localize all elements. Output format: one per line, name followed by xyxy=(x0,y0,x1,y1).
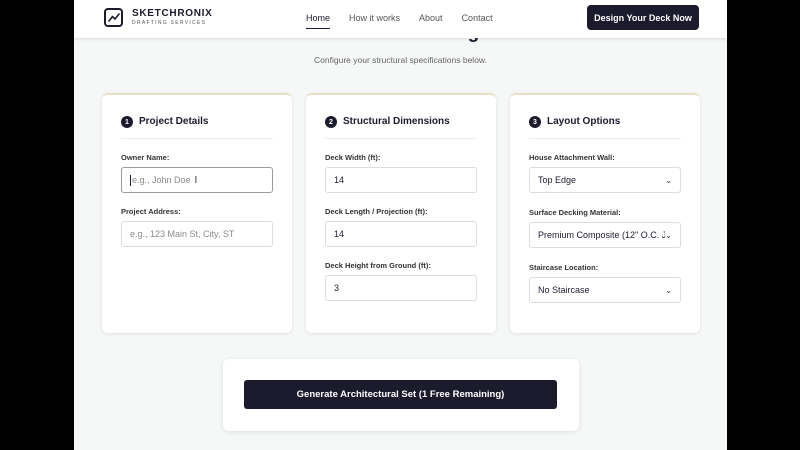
top-navbar: SKETCHRONIX DRAFTING SERVICES Home How i… xyxy=(74,0,727,38)
generate-architectural-set-button[interactable]: Generate Architectural Set (1 Free Remai… xyxy=(244,380,557,409)
card-header: 3 Layout Options xyxy=(529,115,681,139)
project-address-input[interactable]: e.g., 123 Main St, City, ST xyxy=(121,221,273,247)
design-deck-button[interactable]: Design Your Deck Now xyxy=(587,5,699,30)
attachment-wall-label: House Attachment Wall: xyxy=(529,153,615,162)
project-address-label: Project Address: xyxy=(121,207,181,216)
deck-length-label: Deck Length / Projection (ft): xyxy=(325,207,428,216)
step-number: 1 xyxy=(121,116,133,128)
card-title: Layout Options xyxy=(547,116,621,127)
generate-panel: Generate Architectural Set (1 Free Remai… xyxy=(223,359,579,431)
project-details-card: 1 Project Details Owner Name: e.g., John… xyxy=(102,93,292,333)
step-number: 3 xyxy=(529,116,541,128)
brand-name: SKETCHRONIX xyxy=(132,8,213,19)
card-title: Project Details xyxy=(139,116,209,127)
decking-material-select[interactable]: Premium Composite (12" O.C. Jois ⌄ xyxy=(529,222,681,248)
nav-link-how-it-works[interactable]: How it works xyxy=(349,13,400,23)
nav-link-contact[interactable]: Contact xyxy=(462,13,493,23)
text-caret xyxy=(130,174,131,186)
page-subtitle: Configure your structural specifications… xyxy=(314,55,487,65)
owner-name-input[interactable]: e.g., John Doe I xyxy=(121,167,273,193)
attachment-wall-value: Top Edge xyxy=(538,175,577,185)
chevron-down-icon: ⌄ xyxy=(665,175,672,185)
chart-line-icon xyxy=(104,8,123,27)
nav-links: Home How it works About Contact xyxy=(306,13,512,29)
attachment-wall-select[interactable]: Top Edge ⌄ xyxy=(529,167,681,193)
deck-width-label: Deck Width (ft): xyxy=(325,153,381,162)
owner-name-placeholder: e.g., John Doe xyxy=(132,175,191,185)
chevron-down-icon: ⌄ xyxy=(665,285,672,295)
deck-width-input[interactable]: 14 xyxy=(325,167,477,193)
deck-height-input[interactable]: 3 xyxy=(325,275,477,301)
staircase-location-label: Staircase Location: xyxy=(529,263,599,272)
deck-height-label: Deck Height from Ground (ft): xyxy=(325,261,431,270)
chevron-down-icon: ⌄ xyxy=(665,230,672,240)
structural-dimensions-card: 2 Structural Dimensions Deck Width (ft):… xyxy=(306,93,496,333)
project-address-placeholder: e.g., 123 Main St, City, ST xyxy=(130,229,235,239)
owner-name-label: Owner Name: xyxy=(121,153,170,162)
brand-logo[interactable]: SKETCHRONIX DRAFTING SERVICES xyxy=(104,8,212,27)
layout-options-card: 3 Layout Options House Attachment Wall: … xyxy=(510,93,700,333)
staircase-location-select[interactable]: No Staircase ⌄ xyxy=(529,277,681,303)
card-title: Structural Dimensions xyxy=(343,116,450,127)
text-cursor-icon: I xyxy=(194,174,198,186)
decking-material-label: Surface Decking Material: xyxy=(529,208,621,217)
deck-length-input[interactable]: 14 xyxy=(325,221,477,247)
card-header: 2 Structural Dimensions xyxy=(325,115,477,139)
brand-subtitle: DRAFTING SERVICES xyxy=(132,20,207,26)
page: Deck Parameter Engine Configure your str… xyxy=(74,0,727,450)
card-header: 1 Project Details xyxy=(121,115,273,139)
nav-link-about[interactable]: About xyxy=(419,13,443,23)
decking-material-value: Premium Composite (12" O.C. Jois xyxy=(538,230,666,240)
nav-link-home[interactable]: Home xyxy=(306,13,331,29)
staircase-location-value: No Staircase xyxy=(538,285,590,295)
step-number: 2 xyxy=(325,116,337,128)
